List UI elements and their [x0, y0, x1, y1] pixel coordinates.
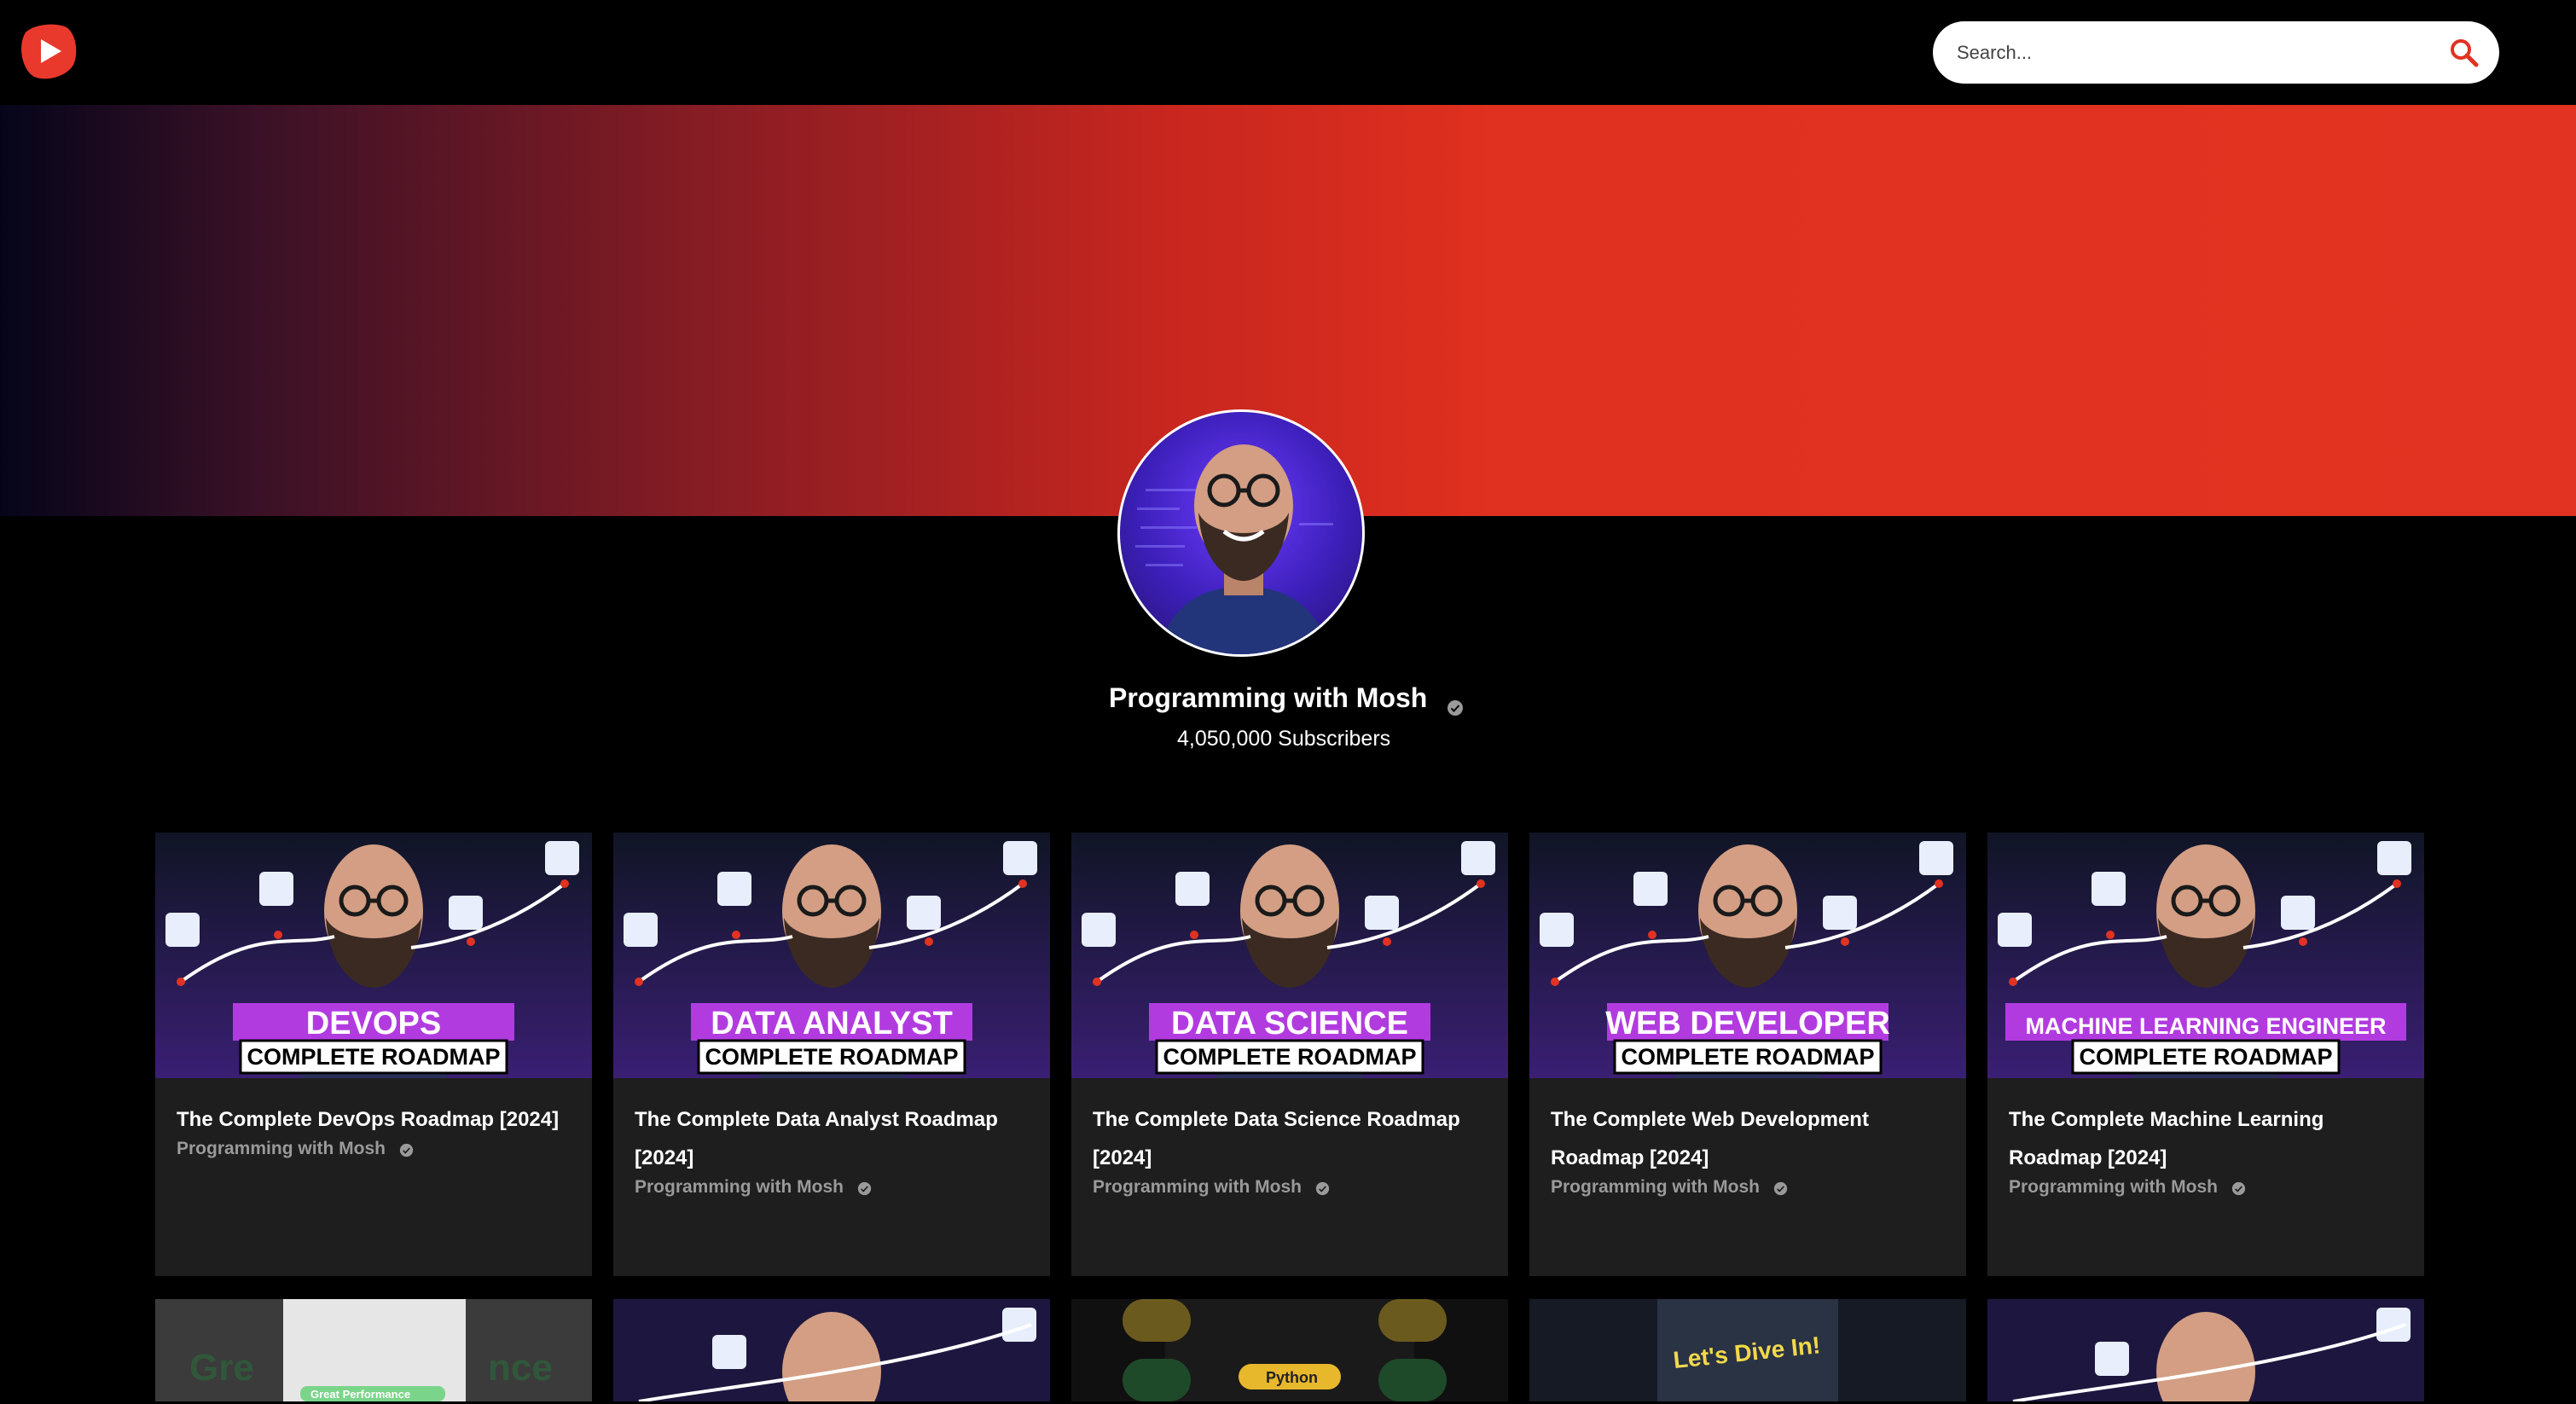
video-title[interactable]: The Complete Data Analyst Roadmap [2024] — [635, 1100, 1036, 1177]
video-thumbnail-partial[interactable]: Let's Dive In! — [1529, 1299, 1966, 1401]
video-channel-name[interactable]: Programming with Mosh — [1093, 1177, 1330, 1198]
channel-name: Programming with Mosh — [1109, 682, 1467, 716]
video-thumbnail-partial[interactable] — [1987, 1299, 2424, 1401]
video-channel-name[interactable]: Programming with Mosh — [1551, 1177, 1788, 1198]
openai-icon — [1919, 841, 1953, 875]
thumbnail-subtitle-text: COMPLETE ROADMAP — [1163, 1044, 1417, 1070]
search-input[interactable] — [1957, 21, 2434, 84]
video-thumbnail[interactable]: DEVOPS COMPLETE ROADMAP — [155, 833, 592, 1078]
tensorflow-icon — [2377, 841, 2411, 875]
video-thumbnail[interactable]: MACHINE LEARNING ENGINEER COMPLETE ROADM… — [1987, 833, 2424, 1078]
video-channel-name[interactable]: Programming with Mosh — [635, 1177, 872, 1198]
video-thumbnail[interactable]: DATA ANALYST COMPLETE ROADMAP — [613, 833, 1050, 1078]
search-bar — [1933, 21, 2499, 84]
verified-check-icon — [2231, 1181, 2246, 1196]
tensorflow-icon — [1461, 841, 1495, 875]
video-channel-text[interactable]: Programming with Mosh — [1093, 1177, 1302, 1197]
video-card[interactable]: MACHINE LEARNING ENGINEER COMPLETE ROADM… — [1987, 833, 2424, 1276]
video-thumbnail-partial[interactable] — [613, 1299, 1050, 1401]
thumbnail-subtitle-text: COMPLETE ROADMAP — [705, 1044, 959, 1070]
verified-check-icon — [1315, 1181, 1330, 1196]
video-title[interactable]: The Complete Web Development Roadmap [20… — [1551, 1100, 1952, 1177]
verified-check-icon — [399, 1142, 414, 1157]
video-title[interactable]: The Complete Machine Learning Roadmap [2… — [2009, 1100, 2410, 1177]
video-card[interactable]: DATA ANALYST COMPLETE ROADMAP The Comple… — [613, 833, 1050, 1276]
row2-thumb-text: Python — [1266, 1369, 1318, 1386]
video-channel-name[interactable]: Programming with Mosh — [2009, 1177, 2246, 1198]
video-thumbnail[interactable]: WEB DEVELOPER COMPLETE ROADMAP — [1529, 833, 1966, 1078]
svg-text:Gre: Gre — [189, 1347, 254, 1389]
video-thumbnail[interactable]: DATA SCIENCE COMPLETE ROADMAP — [1071, 833, 1508, 1078]
row2-thumb-text: Great Performance — [310, 1388, 410, 1401]
thumbnail-subtitle-text: COMPLETE ROADMAP — [247, 1044, 501, 1070]
kubernetes-icon — [545, 841, 579, 875]
thumbnail-badge-text: DEVOPS — [306, 1006, 441, 1041]
subscriber-count: 4,050,000 Subscribers — [1177, 727, 1391, 751]
svg-text:nce: nce — [488, 1347, 553, 1389]
verified-check-icon — [857, 1181, 872, 1196]
verified-check-icon — [1773, 1181, 1788, 1196]
channel-avatar — [1117, 409, 1365, 657]
thumbnail-badge-text: DATA SCIENCE — [1171, 1006, 1408, 1041]
video-thumbnail-partial[interactable]: Gre nce Great Performance — [155, 1299, 592, 1401]
thumbnail-badge-text: WEB DEVELOPER — [1605, 1006, 1890, 1041]
channel-name-text: Programming with Mosh — [1109, 682, 1428, 713]
youtube-play-logo-icon[interactable] — [17, 20, 78, 82]
video-card[interactable]: DEVOPS COMPLETE ROADMAP The Complete Dev… — [155, 833, 592, 1276]
video-card[interactable]: WEB DEVELOPER COMPLETE ROADMAP The Compl… — [1529, 833, 1966, 1276]
video-channel-name[interactable]: Programming with Mosh — [177, 1139, 414, 1159]
video-channel-text[interactable]: Programming with Mosh — [1551, 1177, 1760, 1197]
thumbnail-badge-text: MACHINE LEARNING ENGINEER — [2025, 1013, 2386, 1039]
thumbnail-badge-text: DATA ANALYST — [711, 1006, 953, 1041]
thumbnail-subtitle-text: COMPLETE ROADMAP — [1622, 1044, 1875, 1070]
video-title[interactable]: The Complete DevOps Roadmap [2024] — [177, 1100, 577, 1139]
video-card[interactable]: DATA SCIENCE COMPLETE ROADMAP The Comple… — [1071, 833, 1508, 1276]
video-channel-text[interactable]: Programming with Mosh — [177, 1139, 386, 1158]
video-channel-text[interactable]: Programming with Mosh — [2009, 1177, 2218, 1197]
video-title[interactable]: The Complete Data Science Roadmap [2024] — [1093, 1100, 1494, 1177]
thumbnail-subtitle-text: COMPLETE ROADMAP — [2080, 1044, 2333, 1070]
video-thumbnail-partial[interactable]: Python — [1071, 1299, 1508, 1401]
top-bar — [0, 0, 2576, 105]
verified-check-icon — [1447, 692, 1464, 716]
video-channel-text[interactable]: Programming with Mosh — [635, 1177, 844, 1197]
tensorflow-icon — [1003, 841, 1037, 875]
search-icon[interactable] — [2445, 33, 2484, 73]
